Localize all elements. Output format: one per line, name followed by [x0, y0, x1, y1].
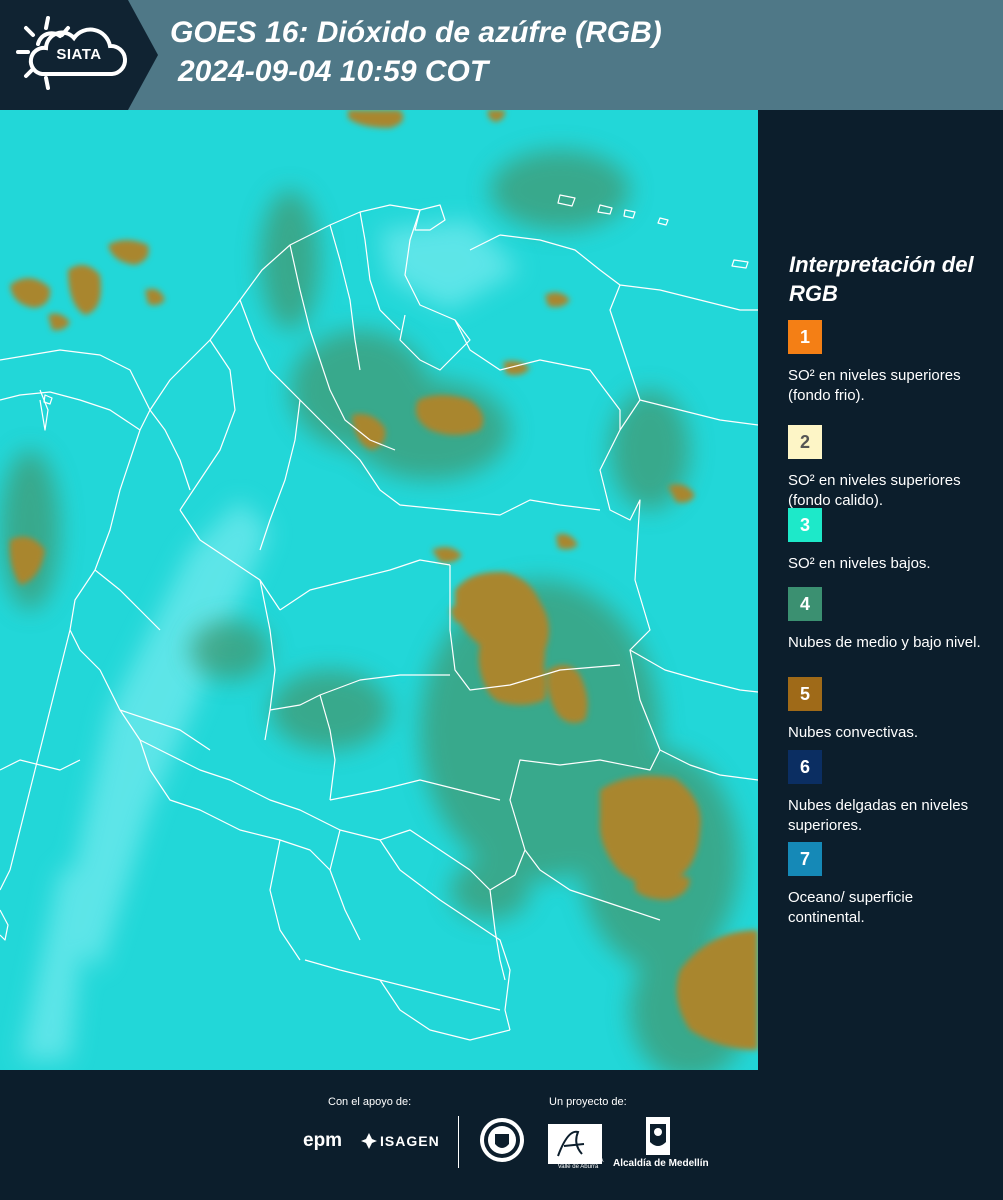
- legend-description: SO² en niveles bajos.: [788, 555, 931, 572]
- support-label: Con el apoyo de:: [328, 1096, 412, 1108]
- legend-swatch: 1: [788, 320, 822, 354]
- legend-description: Oceano/ superficie continental.: [788, 889, 914, 926]
- legend-swatch: 7: [788, 842, 822, 876]
- legend-description: Nubes convectivas.: [788, 724, 919, 741]
- siata-logo: SIATA: [0, 0, 158, 110]
- satellite-image: [0, 110, 758, 1070]
- legend-description: SO² en niveles superiores (fondo calido)…: [788, 472, 961, 509]
- legend-title: Interpretación del RGB: [789, 252, 974, 306]
- alcaldia-text: Alcaldía de Medellín: [613, 1158, 709, 1169]
- legend-item: 1 SO² en niveles superiores (fondo frio).: [788, 320, 988, 406]
- epm-logo: epm: [303, 1130, 343, 1151]
- legend-item: 2 SO² en niveles superiores (fondo calido…: [788, 425, 988, 511]
- legend-description: Nubes delgadas en niveles superiores.: [788, 797, 969, 834]
- legend-swatch: 5: [788, 677, 822, 711]
- legend-item: 5 Nubes convectivas.: [788, 677, 988, 743]
- legend-item: 3 SO² en niveles bajos.: [788, 508, 988, 574]
- legend-description: SO² en niveles superiores (fondo frio).: [788, 367, 961, 404]
- legend-swatch: 6: [788, 750, 822, 784]
- isagen-logo: ISAGEN: [380, 1133, 440, 1149]
- satellite-map: [0, 110, 758, 1070]
- legend-item: 4 Nubes de medio y bajo nivel.: [788, 587, 988, 653]
- legend-swatch: 3: [788, 508, 822, 542]
- footer-divider: [458, 1116, 459, 1168]
- area-metropolitana-text: METROPOLITANA Valle de Aburrá: [552, 1158, 604, 1170]
- legend-swatch: 4: [788, 587, 822, 621]
- alcaldia-shield-icon: [646, 1117, 670, 1155]
- project-label: Un proyecto de:: [549, 1096, 627, 1108]
- timestamp: 2024-09-04 10:59 COT: [178, 55, 489, 88]
- footer: Con el apoyo de: Un proyecto de: epm ISA…: [0, 1070, 1003, 1200]
- medellin-seal-icon: [480, 1118, 524, 1162]
- legend-panel: Interpretación del RGB 1 SO² en niveles s…: [760, 110, 1003, 1070]
- header-bar: SIATA GOES 16: Dióxido de azúfre (RGB) 2…: [0, 0, 1003, 110]
- legend-item: 7 Oceano/ superficie continental.: [788, 842, 988, 928]
- siata-logo-text: SIATA: [56, 46, 102, 63]
- legend-description: Nubes de medio y bajo nivel.: [788, 634, 981, 651]
- isagen-icon: [361, 1133, 377, 1149]
- page-title: GOES 16: Dióxido de azúfre (RGB): [170, 16, 662, 49]
- legend-item: 6 Nubes delgadas en niveles superiores.: [788, 750, 988, 836]
- legend-swatch: 2: [788, 425, 822, 459]
